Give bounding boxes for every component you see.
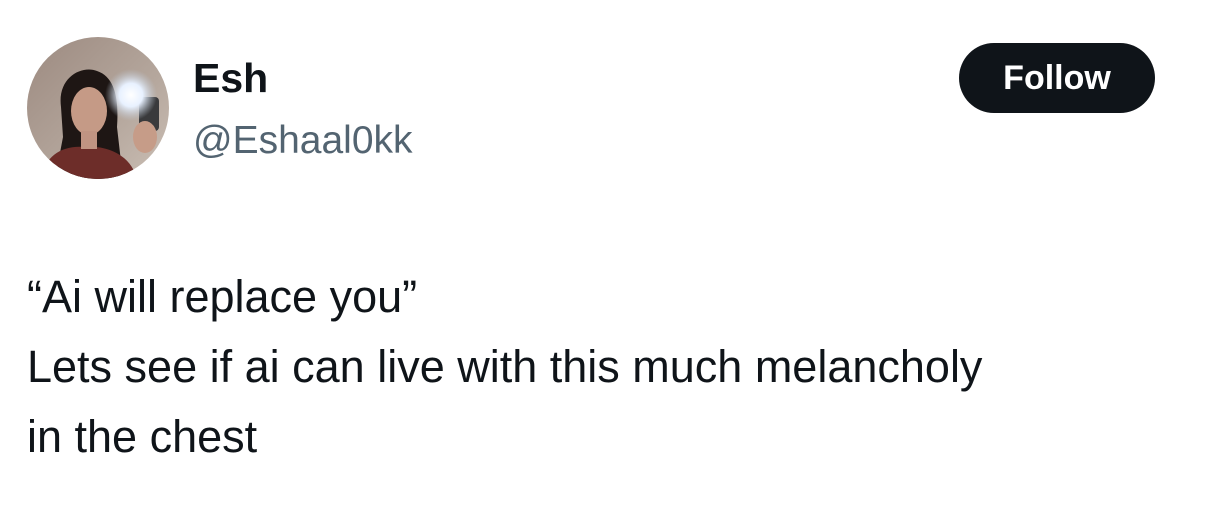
tweet-text-line: Lets see if ai can live with this much m… bbox=[27, 341, 983, 392]
tweet-text-line: “Ai will replace you” bbox=[27, 271, 418, 322]
follow-button[interactable]: Follow bbox=[959, 43, 1155, 113]
author-display-name[interactable]: Esh bbox=[193, 50, 268, 106]
profile-photo-icon bbox=[27, 37, 169, 179]
tweet-text: “Ai will replace you” Lets see if ai can… bbox=[27, 262, 1197, 472]
author-handle[interactable]: @Eshaal0kk bbox=[193, 113, 413, 169]
tweet-text-line: in the chest bbox=[27, 411, 258, 462]
tweet-card: Esh @Eshaal0kk Follow “Ai will replace y… bbox=[0, 0, 1206, 520]
avatar[interactable] bbox=[27, 37, 169, 179]
